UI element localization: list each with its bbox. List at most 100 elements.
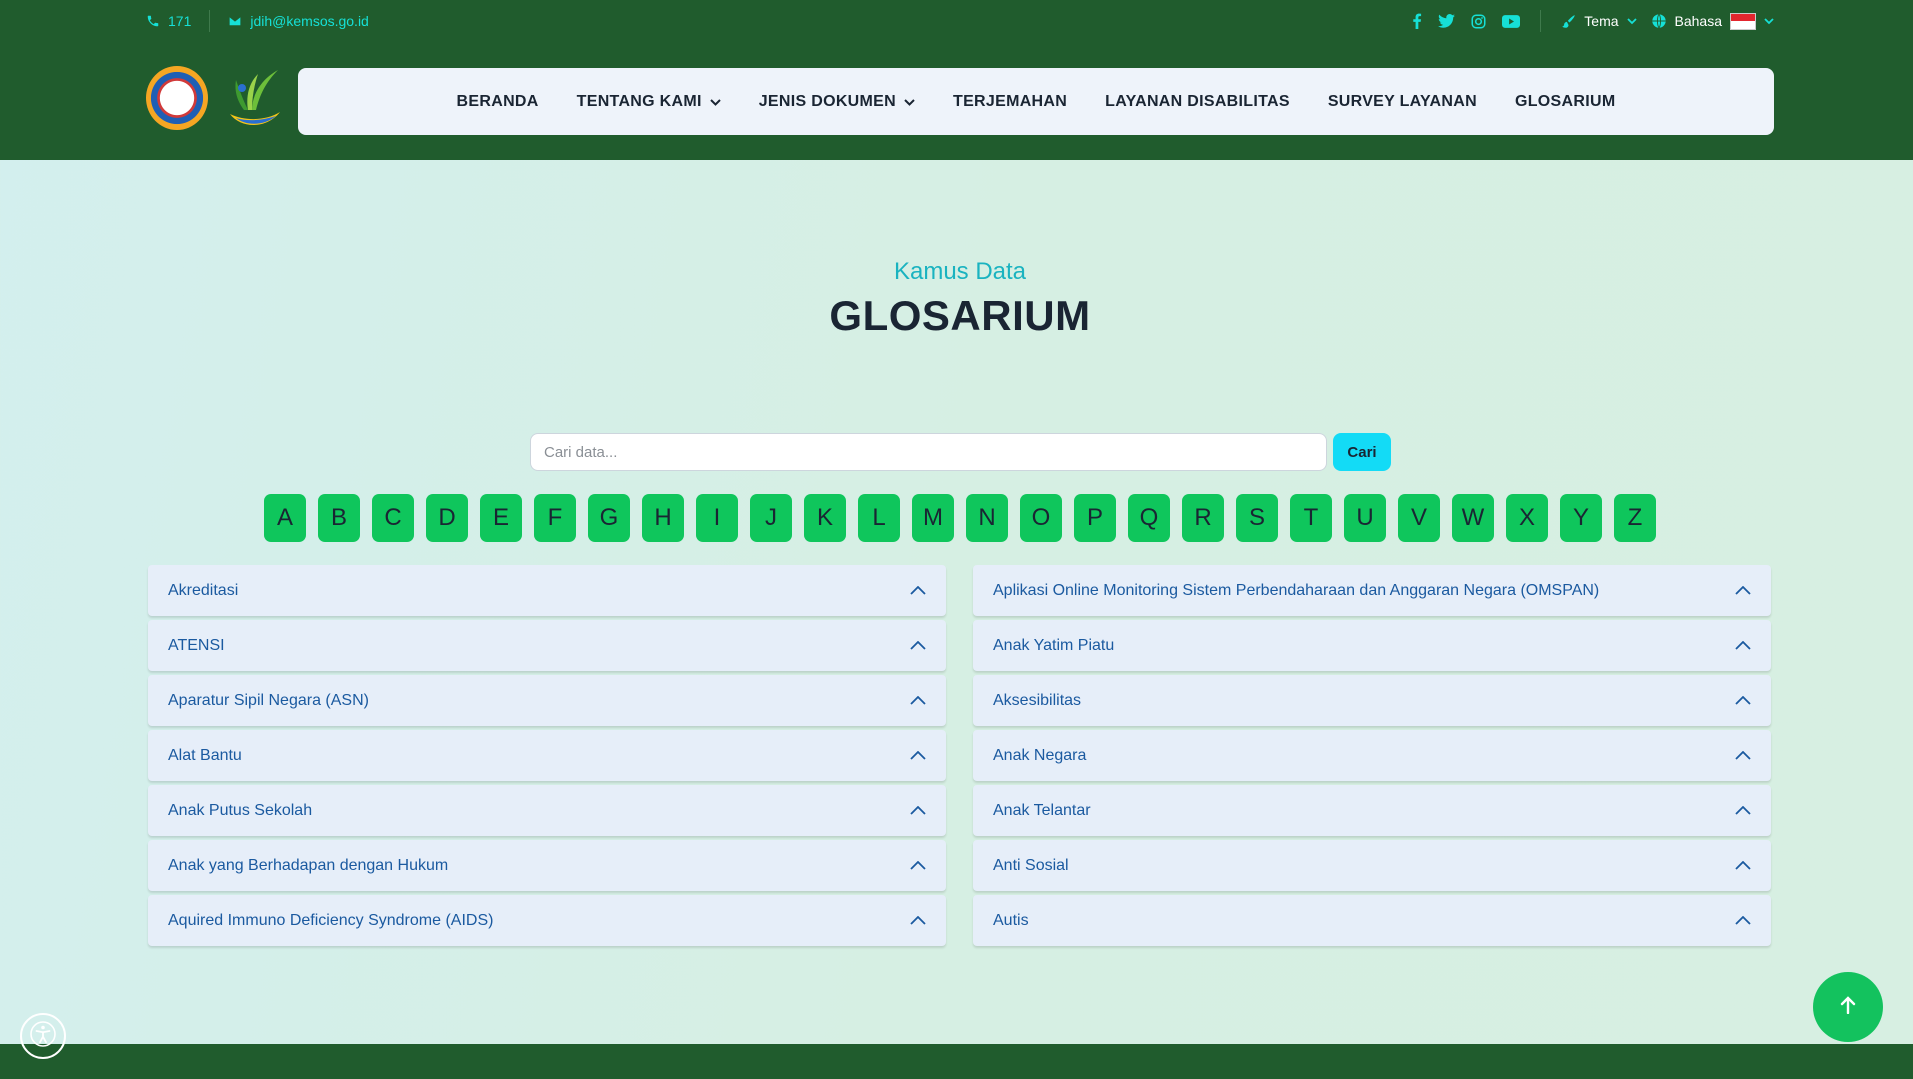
letter-r[interactable]: R xyxy=(1182,494,1224,542)
accordion-item[interactable]: Aplikasi Online Monitoring Sistem Perben… xyxy=(973,565,1771,616)
search-button[interactable]: Cari xyxy=(1333,433,1391,471)
chevron-up-icon xyxy=(1735,751,1751,760)
page-subtitle: Kamus Data xyxy=(893,258,1027,285)
accordion-item[interactable]: Akreditasi xyxy=(148,565,946,616)
nav-label: SURVEY LAYANAN xyxy=(1327,92,1477,110)
letter-d[interactable]: D xyxy=(426,494,468,542)
letter-y[interactable]: Y xyxy=(1560,494,1602,542)
letter-l[interactable]: L xyxy=(858,494,900,542)
accessibility-icon xyxy=(29,1020,57,1053)
nav-beranda[interactable]: BERANDA xyxy=(457,93,539,111)
twitter-icon[interactable] xyxy=(1438,14,1456,28)
letter-m[interactable]: M xyxy=(912,494,954,542)
accordion-title: Aparatur Sipil Negara (ASN) xyxy=(168,691,369,709)
main-navbar: BERANDA TENTANG KAMI JENIS DOKUMEN TERJE… xyxy=(298,68,1774,135)
accordion-title: Alat Bantu xyxy=(168,746,242,764)
accordion-title: Anak yang Berhadapan dengan Hukum xyxy=(168,856,449,874)
accordion-item[interactable]: Alat Bantu xyxy=(148,730,946,781)
chevron-up-icon xyxy=(910,696,926,705)
accordion-item[interactable]: Anak Putus Sekolah xyxy=(148,785,946,836)
letter-f[interactable]: F xyxy=(534,494,576,542)
letter-k[interactable]: K xyxy=(804,494,846,542)
chevron-up-icon xyxy=(910,586,926,595)
letter-a[interactable]: A xyxy=(264,494,306,542)
brush-icon xyxy=(1561,14,1576,29)
letter-q[interactable]: Q xyxy=(1128,494,1170,542)
top-bar: 171 jdih@kemsos.go.id Tema Bahasa xyxy=(146,0,1774,42)
phone-link[interactable]: 171 xyxy=(146,13,191,29)
chevron-up-icon xyxy=(1735,586,1751,595)
language-dropdown[interactable]: Bahasa xyxy=(1651,12,1774,30)
accordion-item[interactable]: Aparatur Sipil Negara (ASN) xyxy=(148,675,946,726)
letter-n[interactable]: N xyxy=(966,494,1008,542)
kemensos-logo[interactable] xyxy=(222,66,284,134)
search-input[interactable] xyxy=(530,433,1327,471)
chevron-up-icon xyxy=(910,806,926,815)
nav-layanan-disabilitas[interactable]: LAYANAN DISABILITAS xyxy=(1105,93,1290,111)
letter-s[interactable]: S xyxy=(1236,494,1278,542)
social-links xyxy=(1412,13,1521,29)
contact-info: 171 jdih@kemsos.go.id xyxy=(146,10,369,32)
email-link[interactable]: jdih@kemsos.go.id xyxy=(228,13,369,29)
letter-o[interactable]: O xyxy=(1020,494,1062,542)
letter-w[interactable]: W xyxy=(1452,494,1494,542)
letter-p[interactable]: P xyxy=(1074,494,1116,542)
accordion-item[interactable]: Anak Telantar xyxy=(973,785,1771,836)
youtube-icon[interactable] xyxy=(1502,14,1521,28)
nav-survey-layanan[interactable]: SURVEY LAYANAN xyxy=(1328,93,1477,111)
letter-u[interactable]: U xyxy=(1344,494,1386,542)
accordion-item[interactable]: Autis xyxy=(973,895,1771,946)
chevron-up-icon xyxy=(1735,806,1751,815)
accordion-item[interactable]: Anak Negara xyxy=(973,730,1771,781)
letter-g[interactable]: G xyxy=(588,494,630,542)
nav-glosarium[interactable]: GLOSARIUM xyxy=(1515,93,1615,111)
accordion-title: Anak Telantar xyxy=(993,801,1091,819)
accordion-title: Anak Putus Sekolah xyxy=(168,801,313,819)
accordion-item[interactable]: Anak Yatim Piatu xyxy=(973,620,1771,671)
chevron-down-icon xyxy=(904,93,915,111)
phone-icon xyxy=(146,14,160,28)
jdih-logo[interactable] xyxy=(146,66,208,130)
nav-label: TERJEMAHAN xyxy=(953,92,1068,110)
accordion-title: Autis xyxy=(993,911,1029,929)
accordion-item[interactable]: ATENSI xyxy=(148,620,946,671)
indonesia-flag-icon xyxy=(1730,12,1756,30)
scroll-to-top-button[interactable] xyxy=(1813,972,1883,1042)
accordion-title: Akreditasi xyxy=(168,581,239,599)
letter-i[interactable]: I xyxy=(696,494,738,542)
accordion-title: Anak Negara xyxy=(993,746,1087,764)
accordion-title: Anak Yatim Piatu xyxy=(993,636,1115,654)
facebook-icon[interactable] xyxy=(1412,13,1422,29)
divider xyxy=(209,10,211,32)
site-footer xyxy=(0,1044,1913,1079)
letter-h[interactable]: H xyxy=(642,494,684,542)
nav-terjemahan[interactable]: TERJEMAHAN xyxy=(953,93,1067,111)
letter-v[interactable]: V xyxy=(1398,494,1440,542)
accordion-item[interactable]: Anak yang Berhadapan dengan Hukum xyxy=(148,840,946,891)
letter-z[interactable]: Z xyxy=(1614,494,1656,542)
chevron-down-icon xyxy=(710,93,721,111)
letter-b[interactable]: B xyxy=(318,494,360,542)
chevron-down-icon xyxy=(1764,17,1774,25)
nav-label: TENTANG KAMI xyxy=(576,92,702,110)
accordion-item[interactable]: Anti Sosial xyxy=(973,840,1771,891)
accordion-item[interactable]: Aquired Immuno Deficiency Syndrome (AIDS… xyxy=(148,895,946,946)
instagram-icon[interactable] xyxy=(1471,14,1486,29)
accessibility-button[interactable] xyxy=(20,1013,66,1059)
divider xyxy=(1540,10,1542,32)
letter-c[interactable]: C xyxy=(372,494,414,542)
theme-dropdown[interactable]: Tema xyxy=(1561,13,1637,29)
language-label: Bahasa xyxy=(1674,13,1722,29)
letter-j[interactable]: J xyxy=(750,494,792,542)
letter-e[interactable]: E xyxy=(480,494,522,542)
page-title: GLOSARIUM xyxy=(829,292,1091,339)
nav-label: LAYANAN DISABILITAS xyxy=(1105,92,1290,110)
nav-jenis-dokumen[interactable]: JENIS DOKUMEN xyxy=(759,93,915,111)
accordion-item[interactable]: Aksesibilitas xyxy=(973,675,1771,726)
letter-x[interactable]: X xyxy=(1506,494,1548,542)
letter-t[interactable]: T xyxy=(1290,494,1332,542)
chevron-up-icon xyxy=(910,641,926,650)
glossary-column-right: Aplikasi Online Monitoring Sistem Perben… xyxy=(973,565,1771,950)
arrow-up-icon xyxy=(1840,995,1856,1019)
nav-tentang-kami[interactable]: TENTANG KAMI xyxy=(577,93,721,111)
